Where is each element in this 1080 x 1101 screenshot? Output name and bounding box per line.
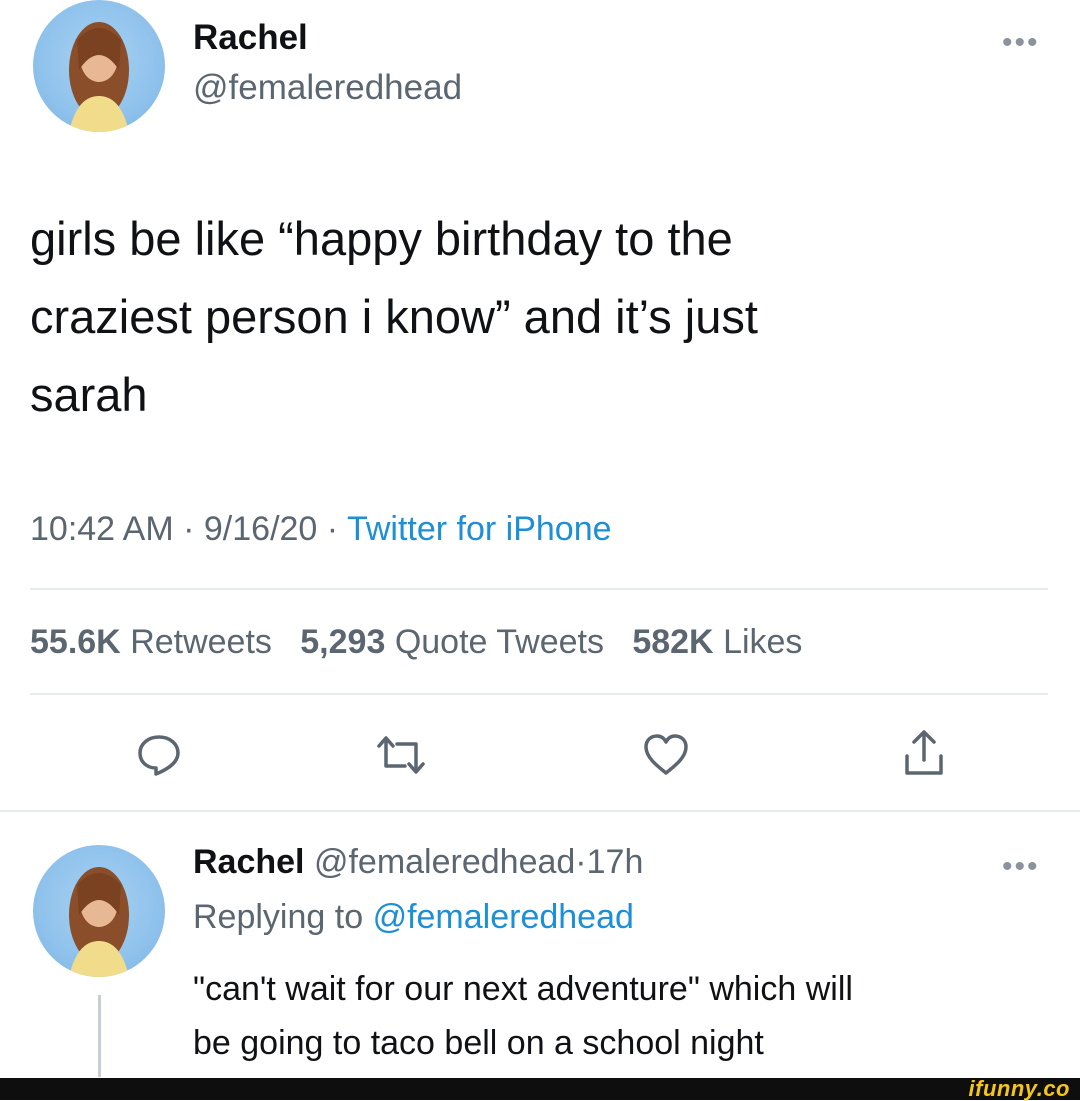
likes-count: 582K <box>632 623 714 661</box>
reply-author-handle[interactable]: @femaleredhead <box>314 843 575 881</box>
reply-separator: · <box>575 843 587 881</box>
divider <box>30 693 1048 695</box>
tweet-time: 10:42 AM <box>30 510 174 548</box>
replying-to-handle-link[interactable]: @femaleredhead <box>373 898 634 936</box>
tweet-source-link[interactable]: Twitter for iPhone <box>347 510 612 548</box>
thread-line <box>98 995 101 1077</box>
reply-button[interactable] <box>131 727 187 783</box>
quotes-label: Quote Tweets <box>394 623 604 661</box>
reply-icon <box>138 735 180 776</box>
divider <box>0 810 1080 812</box>
like-icon <box>644 734 688 775</box>
tweet-stats: 55.6K Retweets 5,293 Quote Tweets 582K L… <box>30 623 802 662</box>
likes-stat[interactable]: 582K Likes <box>632 623 802 661</box>
reply-header: Rachel @femaleredhead·17h <box>193 843 643 882</box>
reply-age[interactable]: 17h <box>587 843 644 881</box>
tweet-text: girls be like “happy birthday to the cra… <box>30 200 758 434</box>
tweet-text-line: girls be like “happy birthday to the <box>30 212 733 265</box>
author-name[interactable]: Rachel <box>193 18 308 58</box>
quotes-stat[interactable]: 5,293 Quote Tweets <box>300 623 604 661</box>
tweet-text-line: craziest person i know” and it’s just <box>30 290 758 343</box>
reply-author-avatar[interactable] <box>33 845 165 977</box>
watermark-bar <box>0 1078 1080 1100</box>
share-button[interactable] <box>896 725 952 781</box>
author-handle[interactable]: @femaleredhead <box>193 68 462 108</box>
quotes-count: 5,293 <box>300 623 386 661</box>
tweet-date: 9/16/20 <box>203 510 318 548</box>
reply-text-line: "can't wait for our next adventure" whic… <box>193 970 853 1008</box>
replying-to-label: Replying to <box>193 898 364 936</box>
retweets-stat[interactable]: 55.6K Retweets <box>30 623 272 661</box>
tweet-text-line: sarah <box>30 368 148 421</box>
reply-more-options-button[interactable]: ••• <box>1002 852 1040 882</box>
share-icon <box>905 730 943 775</box>
retweet-button[interactable] <box>373 727 429 783</box>
retweets-label: Retweets <box>130 623 272 661</box>
more-options-button[interactable]: ••• <box>1002 28 1040 58</box>
retweet-icon <box>377 736 425 774</box>
reply-author-name[interactable]: Rachel <box>193 843 305 881</box>
reply-text-line: be going to taco bell on a school night <box>193 1024 764 1062</box>
tweet-meta: 10:42 AM · 9/16/20 · Twitter for iPhone <box>30 510 612 549</box>
ifunny-watermark: ifunny.co <box>968 1076 1070 1101</box>
author-avatar[interactable] <box>33 0 165 132</box>
like-button[interactable] <box>638 727 694 783</box>
meta-separator: · <box>183 510 195 548</box>
meta-separator: · <box>326 510 339 548</box>
divider <box>30 588 1048 590</box>
replying-to: Replying to @femaleredhead <box>193 898 634 937</box>
reply-text: "can't wait for our next adventure" whic… <box>193 962 853 1070</box>
likes-label: Likes <box>723 623 803 661</box>
retweets-count: 55.6K <box>30 623 121 661</box>
